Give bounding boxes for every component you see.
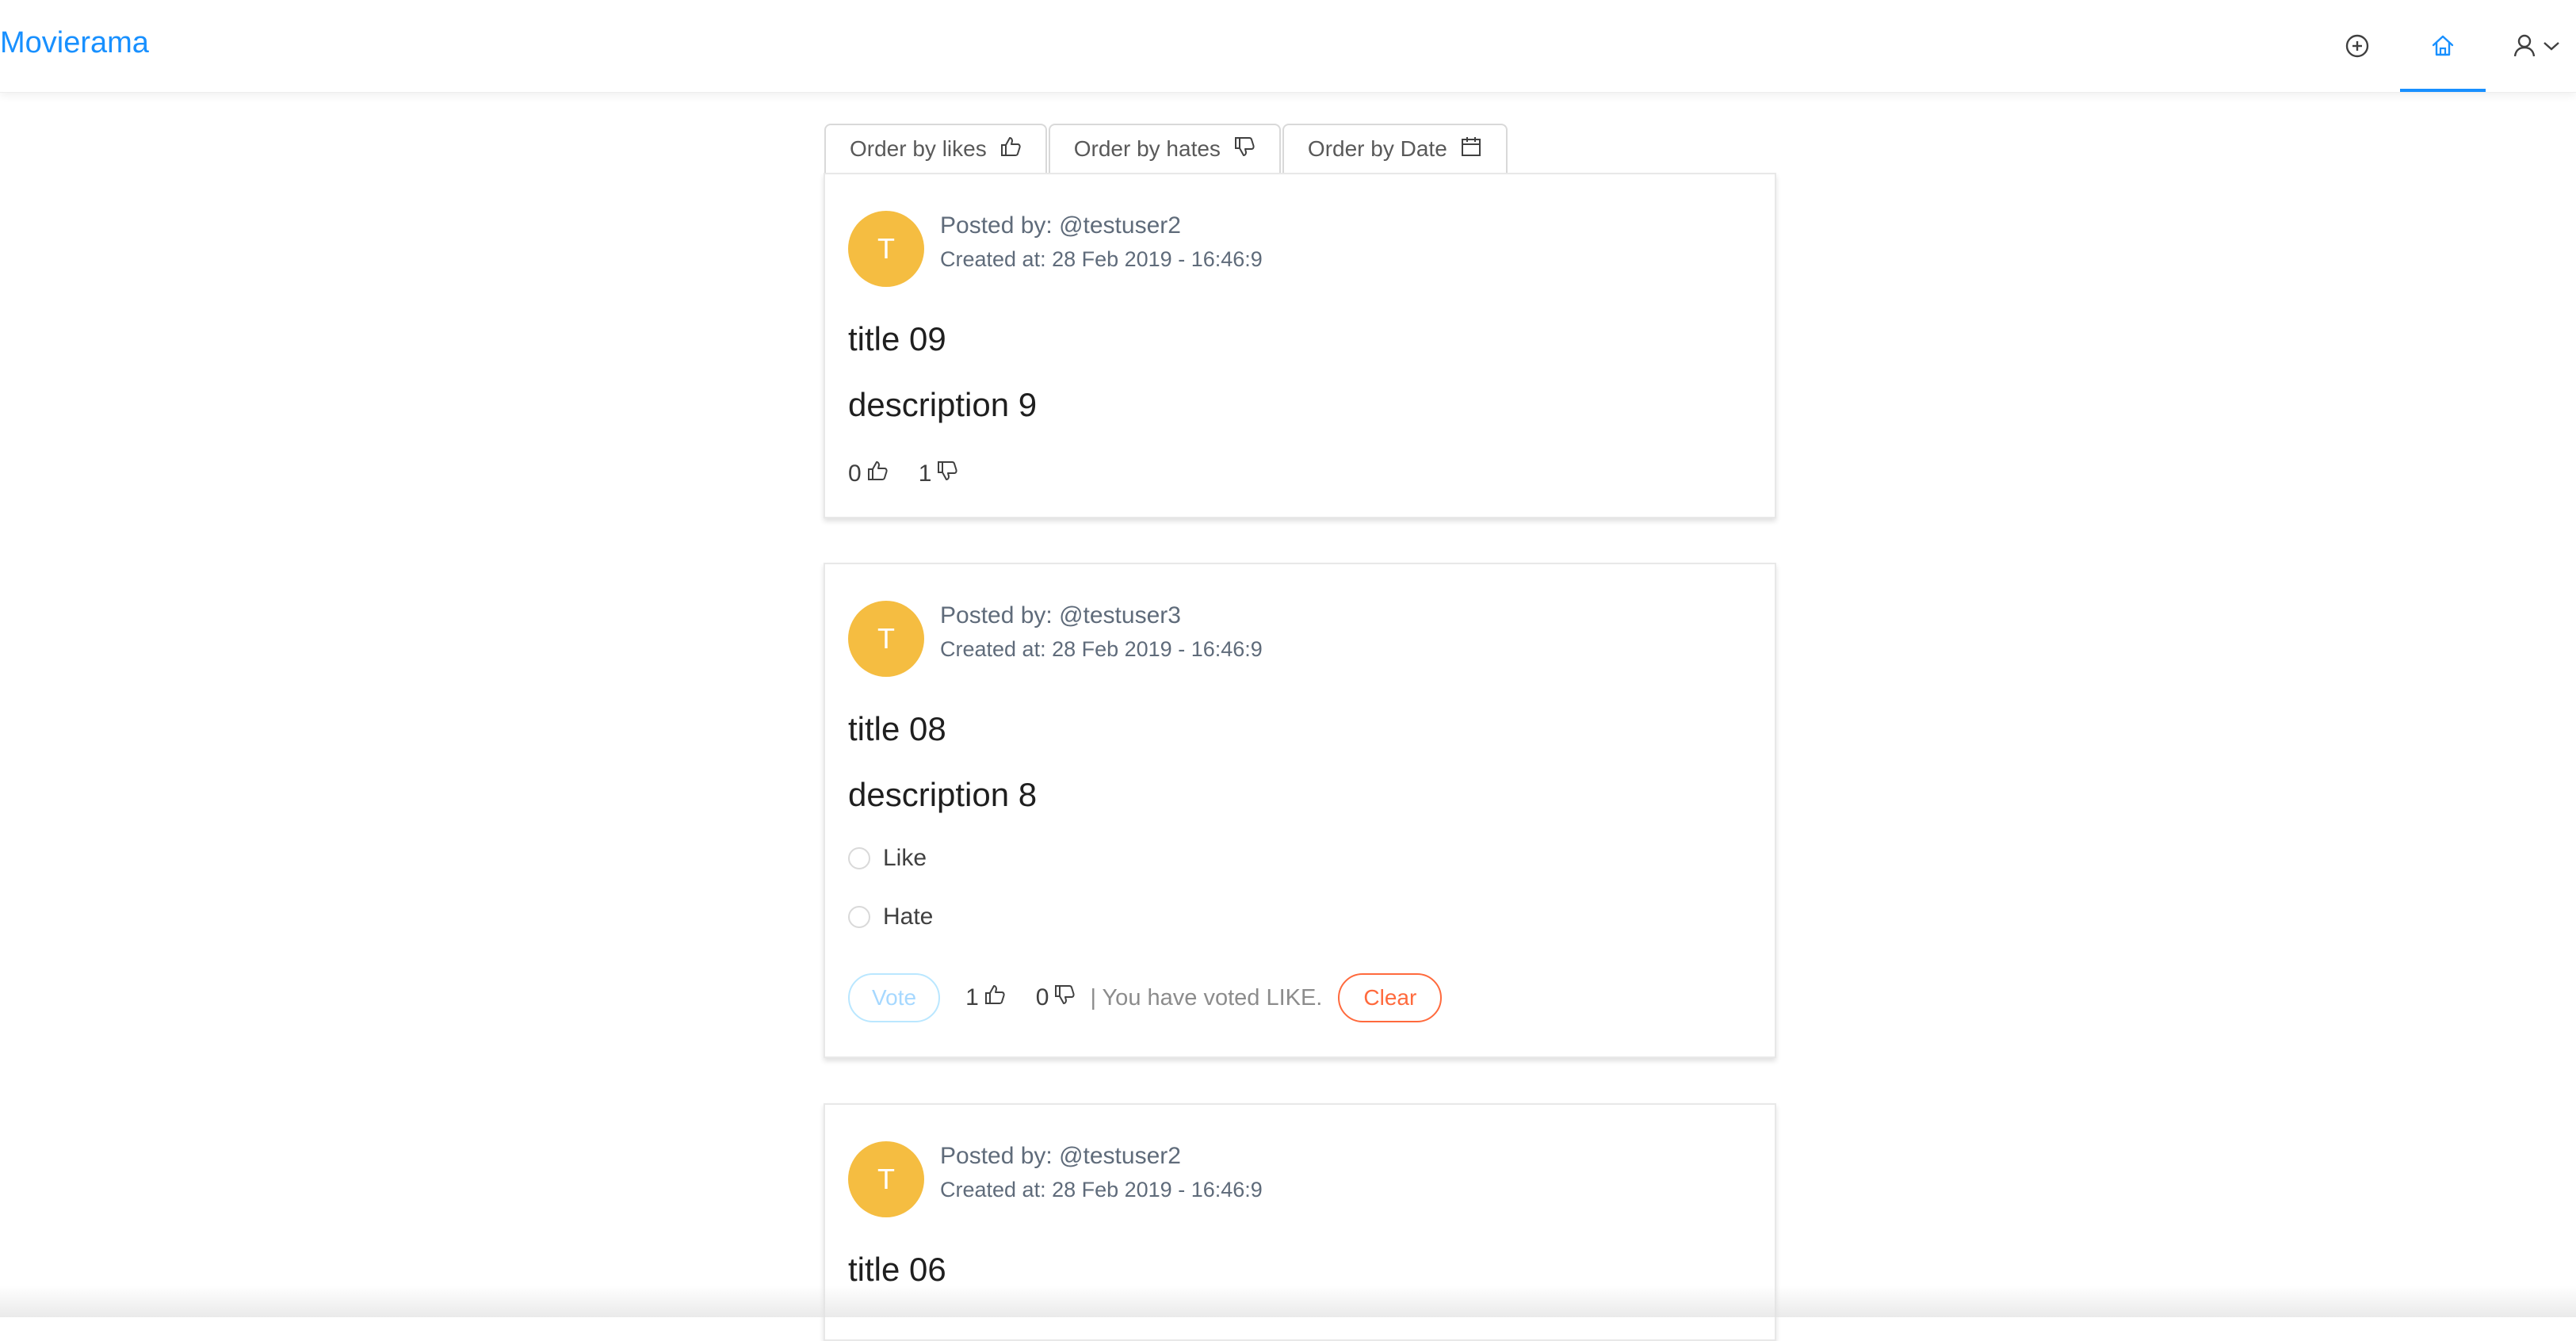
likes-count: 1 (965, 984, 979, 1011)
nav-user-menu[interactable] (2497, 0, 2576, 92)
hates-count-group: 0 (1036, 984, 1076, 1012)
order-by-date-label: Order by Date (1307, 136, 1447, 161)
thumbs-down-icon (1233, 136, 1256, 163)
movie-description: description 9 (848, 386, 1038, 423)
movie-description: description 8 (848, 776, 1038, 813)
calendar-icon (1460, 136, 1482, 163)
hate-radio-option[interactable]: Hate (848, 904, 933, 930)
order-by-likes-button[interactable]: Order by likes (824, 124, 1047, 173)
like-radio[interactable] (848, 847, 870, 869)
home-icon (2430, 33, 2456, 59)
posted-by[interactable]: Posted by: @testuser3 (940, 601, 1181, 631)
created-at: Created at: 28 Feb 2019 - 16:46:9 (940, 637, 1263, 661)
vote-row: Vote 1 0 | You have voted LIKE. Clear (848, 973, 1443, 1022)
chevron-down-icon (2543, 40, 2560, 52)
thumbs-up-icon (999, 136, 1022, 163)
top-nav-bar: Movierama (0, 0, 2576, 93)
thumbs-down-icon (936, 460, 958, 488)
movie-title: title 09 (848, 320, 946, 357)
avatar: T (848, 1141, 924, 1217)
nav-add-movie[interactable] (2314, 0, 2400, 92)
hate-radio-label: Hate (883, 904, 934, 930)
posted-by[interactable]: Posted by: @testuser2 (940, 1141, 1181, 1171)
movie-title: title 08 (848, 710, 946, 747)
hates-count: 0 (1035, 984, 1049, 1011)
order-by-likes-label: Order by likes (850, 136, 987, 161)
hates-count: 1 (918, 460, 932, 487)
movie-title: title 06 (848, 1251, 946, 1288)
voted-status-text: | You have voted LIKE. (1090, 984, 1323, 1011)
created-at: Created at: 28 Feb 2019 - 16:46:9 (940, 1178, 1263, 1202)
vote-counts: 0 1 (848, 457, 988, 491)
order-by-hates-button[interactable]: Order by hates (1048, 124, 1281, 173)
hates-count-group: 1 (919, 460, 959, 488)
user-icon (2513, 33, 2536, 59)
order-by-hates-label: Order by hates (1073, 136, 1221, 161)
like-radio-option[interactable]: Like (848, 845, 927, 872)
avatar: T (848, 211, 924, 287)
thumbs-down-icon (1053, 984, 1076, 1012)
movie-card: T Posted by: @testuser2 Created at: 28 F… (824, 1103, 1776, 1341)
app-logo[interactable]: Movierama (0, 24, 149, 62)
created-at: Created at: 28 Feb 2019 - 16:46:9 (940, 247, 1263, 271)
thumbs-up-icon (866, 460, 889, 488)
order-toolbar: Order by likes Order by hates Order by D… (824, 124, 1508, 173)
posted-by[interactable]: Posted by: @testuser2 (940, 211, 1181, 241)
avatar: T (848, 601, 924, 677)
nav-home[interactable] (2400, 0, 2486, 92)
thumbs-up-icon (984, 984, 1006, 1012)
hate-radio[interactable] (848, 906, 870, 928)
plus-circle-icon (2345, 33, 2370, 59)
like-radio-label: Like (883, 845, 927, 871)
likes-count-group: 1 (965, 984, 1006, 1012)
movie-card: T Posted by: @testuser2 Created at: 28 F… (824, 173, 1776, 518)
likes-count: 0 (848, 460, 862, 487)
likes-count-group: 0 (848, 460, 889, 488)
movie-card: T Posted by: @testuser3 Created at: 28 F… (824, 563, 1776, 1058)
clear-vote-button[interactable]: Clear (1338, 973, 1443, 1022)
order-by-date-button[interactable]: Order by Date (1282, 124, 1508, 173)
vote-button[interactable]: Vote (848, 973, 941, 1022)
